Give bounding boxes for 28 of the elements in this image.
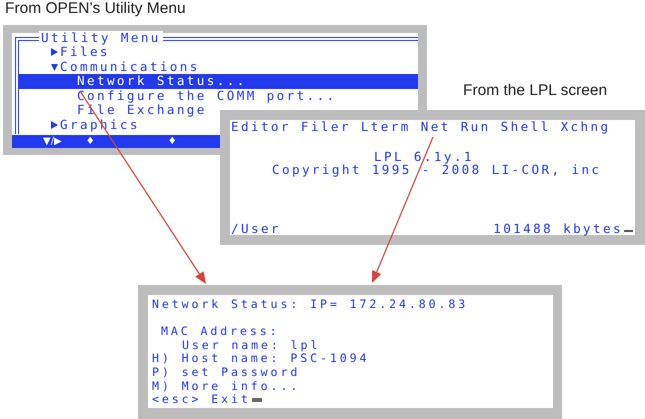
menu-item[interactable]: Xchng [560,120,610,134]
key-hint: ♦ [86,136,95,147]
key-hint: ▼/▶ [43,136,62,147]
menu-option[interactable]: M) More info... [152,380,300,394]
menu-option[interactable]: H) Host name: PSC-1094 [152,352,370,366]
memory-text: 101488 kbytes [493,222,623,235]
status-text: User name: lpl [182,338,320,352]
copyright-text: Copyright 1995 - 2008 LI-COR, inc [272,163,602,176]
caption: From OPEN’s Utility Menu [5,0,186,17]
menu-option[interactable]: <esc> Exit [152,393,251,407]
menu-item[interactable]: Editor [231,120,291,134]
cursor-icon [624,230,633,232]
menu-item[interactable]: Run [460,120,491,134]
path-text: /User [231,222,281,235]
menu-item[interactable]: Network Status... [19,74,418,88]
status-text: MAC Address: [161,325,280,339]
menu-option[interactable]: P) set Password [152,366,300,380]
menu-item[interactable]: Lterm [360,120,411,134]
menu-title: Utility Menu [39,31,163,45]
menu-item[interactable]: Communications [19,60,200,74]
status-text: Network Status: IP= 172.24.80.83 [152,298,468,312]
menu-item[interactable]: Filer [300,120,351,134]
menu-item[interactable]: Net [420,120,451,134]
menu-item[interactable]: Shell [500,120,551,134]
menu-item[interactable]: Files [19,45,110,60]
cursor-icon [252,398,262,402]
caption: From the LPL screen [463,82,608,99]
key-hint: ♦ [168,136,177,147]
